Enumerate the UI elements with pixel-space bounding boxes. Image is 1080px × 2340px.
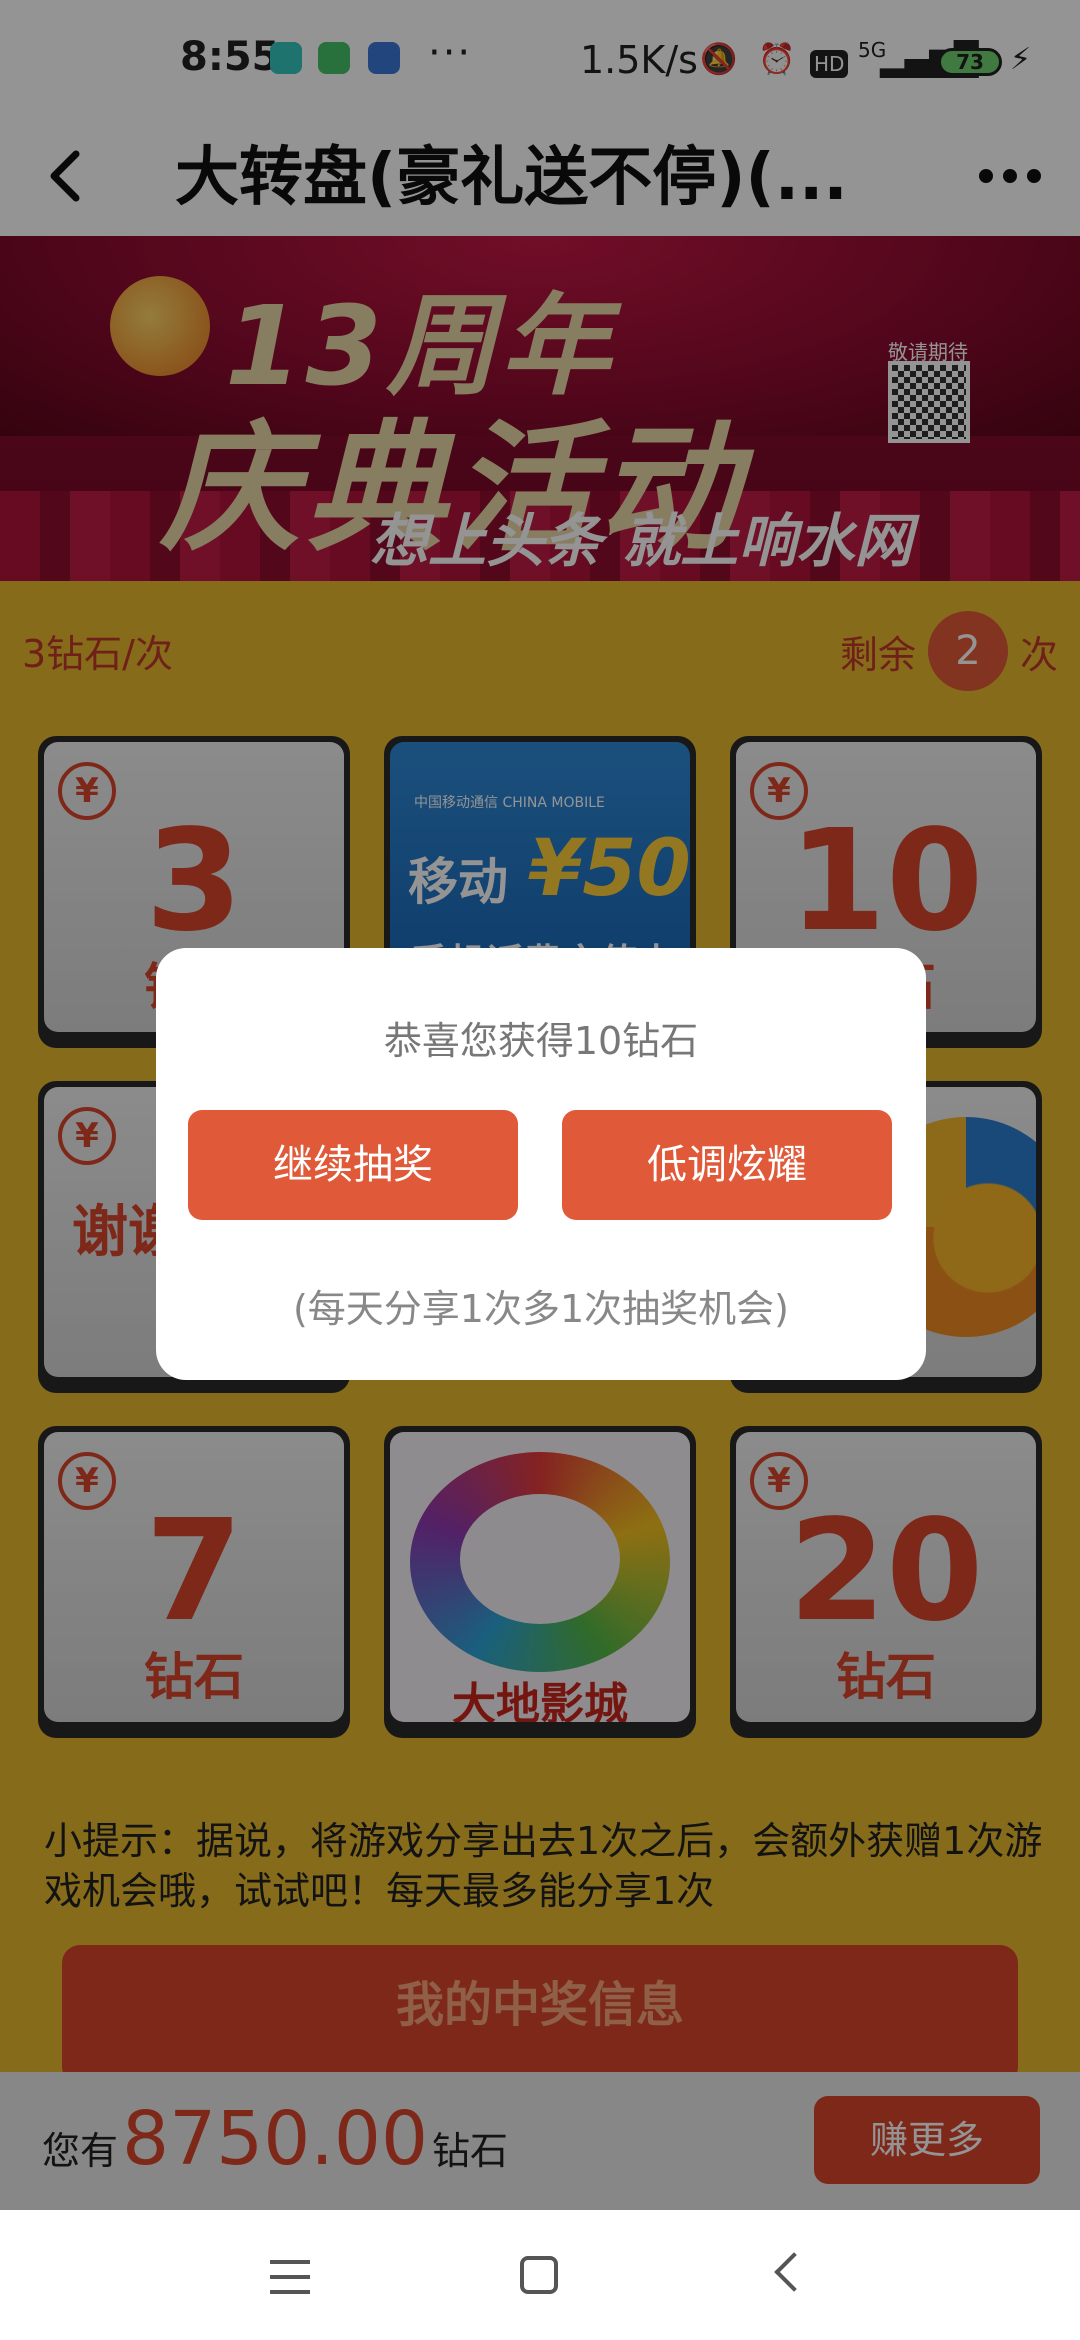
recent-apps-icon[interactable] — [270, 2260, 310, 2294]
continue-draw-button[interactable]: 继续抽奖 — [188, 1110, 518, 1220]
system-back-icon[interactable] — [774, 2252, 814, 2292]
home-icon[interactable] — [520, 2256, 558, 2294]
share-show-off-button[interactable]: 低调炫耀 — [562, 1110, 892, 1220]
share-bonus-note: (每天分享1次多1次抽奖机会) — [292, 1287, 789, 1331]
app-screen: 8:55 ··· 1.5K/s 🔕 ⏰ HD 5G ▂▄▆█ 73 ⚡ 大转盘(… — [0, 0, 1080, 2340]
prize-dialog: 恭喜您获得10钻石 继续抽奖 低调炫耀 (每天分享1次多1次抽奖机会) — [156, 948, 926, 1380]
system-nav-bar — [0, 2210, 1080, 2340]
prize-message: 恭喜您获得10钻石 — [383, 1019, 699, 1063]
